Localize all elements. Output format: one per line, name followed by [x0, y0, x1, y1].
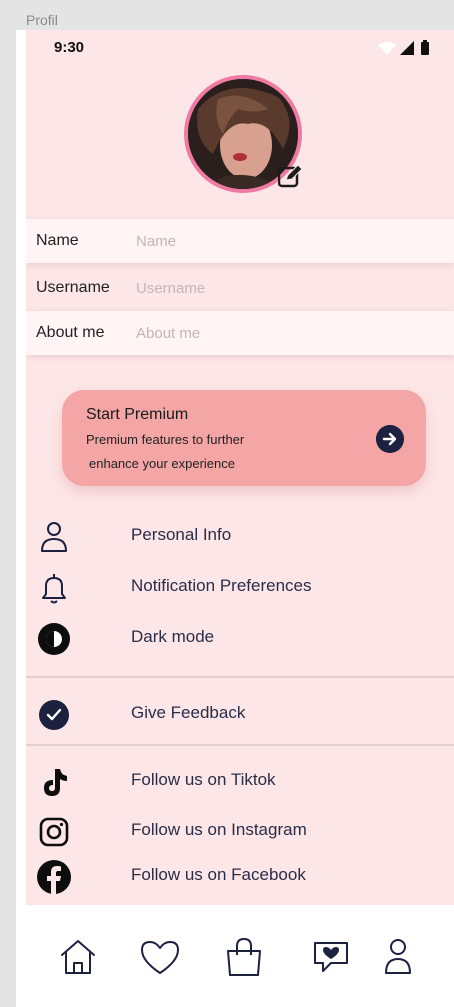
user-icon: [41, 522, 67, 552]
instagram-icon: [39, 817, 69, 847]
heart-icon[interactable]: [138, 935, 182, 979]
divider: [26, 676, 454, 678]
divider: [26, 744, 454, 746]
status-bar: 9:30: [26, 30, 454, 60]
menu-follow-instagram[interactable]: Follow us on Instagram: [26, 808, 454, 852]
name-label: Name: [36, 232, 79, 249]
name-field: Name: [26, 219, 454, 263]
menu-dark-mode[interactable]: Dark mode: [26, 615, 454, 659]
facebook-icon: [37, 860, 71, 894]
username-label: Username: [36, 279, 110, 296]
menu-personal-info-label: Personal Info: [131, 525, 232, 544]
chat-heart-icon[interactable]: [309, 935, 353, 979]
menu-dark-mode-label: Dark mode: [131, 627, 215, 646]
profile-icon[interactable]: [376, 935, 420, 979]
bell-icon: [42, 574, 66, 604]
menu-personal-info[interactable]: Personal Info: [26, 513, 454, 557]
start-premium-card[interactable]: Start Premium Premium features to furthe…: [62, 390, 426, 486]
home-icon[interactable]: [56, 935, 100, 979]
shopping-bag-icon[interactable]: [222, 935, 266, 979]
contrast-icon: [38, 623, 70, 655]
menu-follow-tiktok[interactable]: Follow us on Tiktok: [26, 758, 454, 802]
phone-screen: 9:30 Name Username: [26, 30, 454, 1007]
edit-icon[interactable]: [278, 163, 304, 189]
menu-notification-preferences[interactable]: Notification Preferences: [26, 564, 454, 608]
menu-notifications-label: Notification Preferences: [131, 576, 312, 595]
about-me-input[interactable]: [134, 320, 438, 346]
profile-avatar[interactable]: [184, 75, 304, 193]
menu-follow-facebook[interactable]: Follow us on Facebook: [26, 853, 454, 897]
menu-give-feedback-label: Give Feedback: [131, 703, 246, 722]
premium-subtitle-line1: Premium features to further: [86, 432, 245, 447]
frame-label-text: Profil: [26, 12, 58, 28]
canvas-strip: [0, 30, 16, 1007]
tiktok-icon: [44, 769, 67, 796]
about-me-field: About me: [26, 311, 454, 355]
frame-label: Profil: [0, 0, 454, 30]
premium-subtitle-line2: enhance your experience: [89, 456, 235, 471]
menu-tiktok-label: Follow us on Tiktok: [131, 770, 276, 789]
username-input[interactable]: [134, 275, 438, 301]
signal-icon: [400, 41, 414, 55]
username-field: Username: [26, 266, 454, 310]
menu-instagram-label: Follow us on Instagram: [131, 820, 307, 839]
name-input[interactable]: [134, 228, 438, 254]
about-me-label: About me: [36, 324, 105, 341]
check-circle-icon: [39, 700, 69, 730]
battery-icon: [421, 42, 429, 55]
status-icons: [378, 40, 429, 55]
menu-facebook-label: Follow us on Facebook: [131, 865, 306, 884]
menu-give-feedback[interactable]: Give Feedback: [26, 691, 454, 735]
premium-title: Start Premium: [86, 406, 189, 423]
status-time: 9:30: [54, 39, 85, 56]
wifi-icon: [378, 42, 396, 55]
bottom-navigation: [26, 905, 454, 1007]
arrow-right-icon[interactable]: [376, 425, 404, 453]
